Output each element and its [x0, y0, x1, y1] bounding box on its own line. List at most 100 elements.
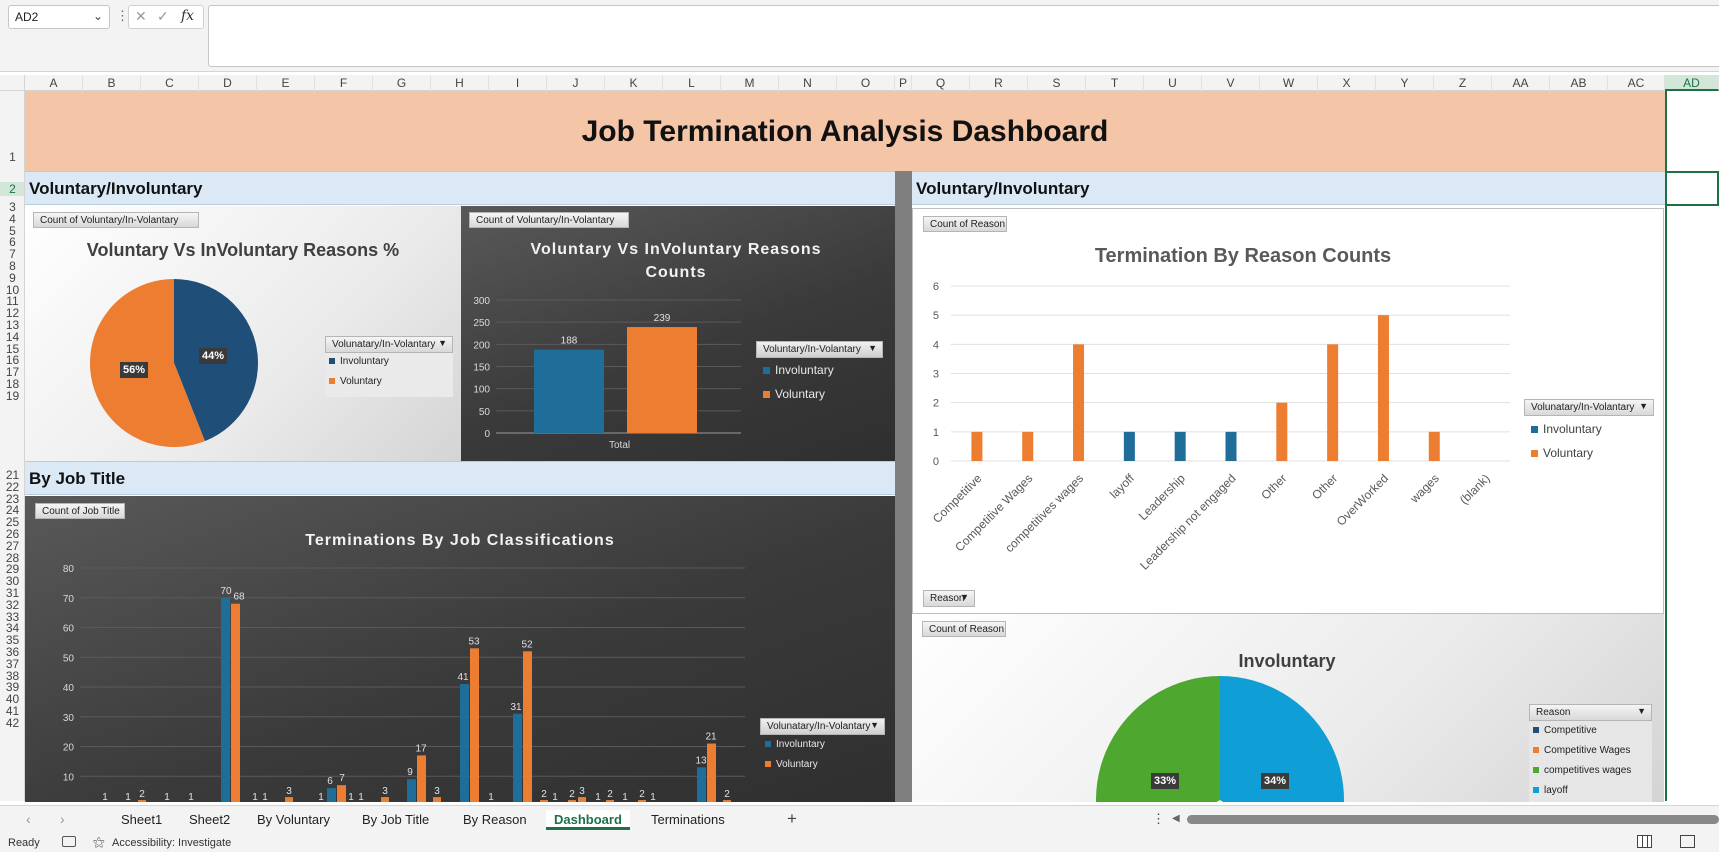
formula-input[interactable] [208, 5, 1719, 67]
enter-icon[interactable]: ✓ [157, 8, 169, 25]
column-header-x[interactable]: X [1318, 75, 1376, 91]
column-header-v[interactable]: V [1202, 75, 1260, 91]
legend-filter-button[interactable]: Volunatary/In-Volantary ▼ [1524, 399, 1654, 416]
column-header-h[interactable]: H [431, 75, 489, 91]
status-bar: Ready ⚝ Accessibility: Investigate [0, 833, 1719, 852]
column-header-s[interactable]: S [1028, 75, 1086, 91]
page-layout-icon[interactable] [1680, 835, 1695, 848]
sheet-tab-sheet2[interactable]: Sheet2 [181, 810, 238, 830]
column-header-m[interactable]: M [721, 75, 779, 91]
legend-voluntary: Voluntary [329, 376, 382, 387]
column-header-z[interactable]: Z [1434, 75, 1492, 91]
add-sheet-icon[interactable]: + [787, 809, 797, 829]
bar-chart-job-classifications[interactable]: Count of Job Title Terminations By Job C… [25, 496, 895, 802]
cancel-icon[interactable]: ✕ [135, 8, 147, 25]
bar-chart-reason-counts[interactable]: Count of Reason Termination By Reason Co… [912, 208, 1664, 614]
active-cell[interactable] [1665, 171, 1719, 206]
scroll-left-icon[interactable]: ‹ [26, 811, 31, 827]
legend-voluntary: Voluntary [765, 759, 818, 770]
chevron-down-icon[interactable]: ⌄ [93, 9, 103, 23]
data-label: 3 [382, 786, 388, 797]
column-header-c[interactable]: C [141, 75, 199, 91]
name-box[interactable]: AD2 ⌄ [8, 5, 110, 29]
sheet-tab-by-voluntary[interactable]: By Voluntary [249, 810, 338, 830]
accessibility-status[interactable]: Accessibility: Investigate [112, 837, 231, 849]
row-header-42[interactable]: 42 [0, 716, 24, 730]
y-tick-label: 3 [933, 369, 939, 381]
column-header-ac[interactable]: AC [1608, 75, 1665, 91]
column-header-y[interactable]: Y [1376, 75, 1434, 91]
axis-field-button-reason[interactable]: Reason ▼ [923, 590, 975, 607]
column-header-o[interactable]: O [837, 75, 895, 91]
column-header-b[interactable]: B [83, 75, 141, 91]
sheet-tab-dashboard[interactable]: Dashboard [546, 810, 630, 830]
pie-chart-voluntary-percent[interactable]: Count of Voluntary/In-Volantary Voluntar… [25, 206, 461, 461]
row-header-2[interactable]: 2 [0, 182, 24, 196]
row-header-19[interactable]: 19 [0, 389, 24, 403]
bar-involuntary [1225, 431, 1237, 461]
accessibility-icon[interactable]: ⚝ [93, 835, 105, 850]
legend-filter-button[interactable]: Reason ▼ [1529, 704, 1652, 721]
column-header-u[interactable]: U [1144, 75, 1202, 91]
normal-view-icon[interactable] [1637, 835, 1652, 848]
data-label: 21 [705, 732, 717, 743]
column-header-e[interactable]: E [257, 75, 315, 91]
data-label: 1 [595, 792, 601, 802]
column-header-r[interactable]: R [970, 75, 1028, 91]
section-voluntary-right: Voluntary/Involuntary [912, 171, 1665, 205]
column-header-t[interactable]: T [1086, 75, 1144, 91]
data-label: 52 [521, 639, 533, 650]
column-header-g[interactable]: G [373, 75, 431, 91]
bar-small [606, 800, 614, 802]
pie-chart-involuntary-reasons[interactable]: Count of Reason Involuntary 33% 34% Reas… [912, 614, 1664, 802]
column-header-aa[interactable]: AA [1492, 75, 1550, 91]
data-label: 1 [188, 792, 194, 802]
column-header-f[interactable]: F [315, 75, 373, 91]
x-tick-label: Leadership not engaged [1137, 471, 1238, 572]
column-header-w[interactable]: W [1260, 75, 1318, 91]
column-header-a[interactable]: A [25, 75, 83, 91]
divider [895, 171, 912, 802]
legend-filter-button[interactable]: Volunatary/In-Volantary ▼ [325, 336, 453, 353]
data-label: 2 [139, 789, 145, 800]
horizontal-scrollbar[interactable] [1187, 815, 1719, 824]
sheet-tab-by-reason[interactable]: By Reason [455, 810, 535, 830]
pie-label-involuntary: 44% [199, 348, 228, 364]
y-tick-label: 40 [63, 683, 75, 694]
data-label: 70 [220, 586, 232, 597]
column-header-ad[interactable]: AD [1665, 75, 1719, 91]
column-header-d[interactable]: D [199, 75, 257, 91]
insert-function-icon[interactable]: fx [181, 8, 194, 24]
sheet-tab-sheet1[interactable]: Sheet1 [113, 810, 170, 830]
bar-small [381, 797, 389, 802]
legend-layoff: layoff [1533, 785, 1568, 796]
formula-controls: ✕ ✓ fx [128, 5, 204, 29]
column-header-k[interactable]: K [605, 75, 663, 91]
hscroll-left-icon[interactable]: ◀ [1172, 813, 1180, 824]
column-header-p[interactable]: P [895, 75, 912, 91]
legend-filter-button[interactable]: Volunatary/In-Volantary ▼ [760, 718, 885, 735]
select-all-corner[interactable] [0, 75, 25, 91]
scroll-right-icon[interactable]: › [60, 811, 65, 827]
data-label: 188 [561, 336, 578, 347]
row-header-1[interactable]: 1 [0, 150, 24, 164]
column-header-ab[interactable]: AB [1550, 75, 1608, 91]
macro-record-icon[interactable] [62, 836, 76, 847]
column-header-l[interactable]: L [663, 75, 721, 91]
data-label: 1 [552, 792, 558, 802]
sheet-tab-by-job-title[interactable]: By Job Title [354, 810, 437, 830]
bar-involuntary [327, 788, 336, 802]
bar-chart-voluntary-counts[interactable]: Count of Voluntary/In-Volantary Voluntar… [461, 206, 895, 461]
more-icon[interactable]: ⋮ [1152, 811, 1165, 827]
legend-filter-button[interactable]: Voluntary/In-Volantary ▼ [756, 341, 883, 358]
data-label: 3 [286, 786, 292, 797]
column-header-q[interactable]: Q [912, 75, 970, 91]
column-header-j[interactable]: J [547, 75, 605, 91]
bar-plot: 102030405060708070686 79174153315213211 1 2… [63, 564, 745, 802]
x-tick-label: layoff [1107, 471, 1137, 501]
bar-voluntary [707, 743, 716, 802]
column-header-i[interactable]: I [489, 75, 547, 91]
dropdown-arrow-icon: ▼ [868, 343, 877, 353]
column-header-n[interactable]: N [779, 75, 837, 91]
sheet-tab-terminations[interactable]: Terminations [643, 810, 733, 830]
